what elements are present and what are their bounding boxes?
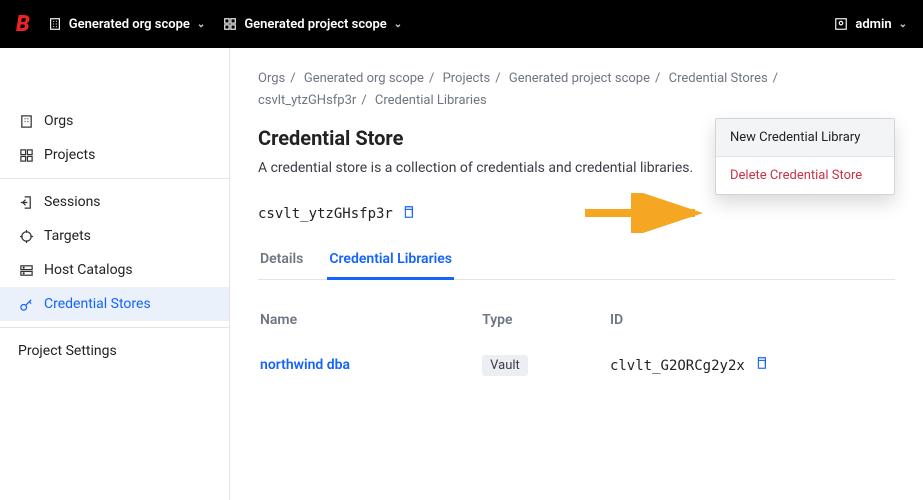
sidebar-item-label: Orgs	[44, 113, 73, 129]
tab-details[interactable]: Details	[258, 241, 305, 280]
page-description: A credential store is a collection of cr…	[258, 158, 693, 179]
column-header-id: ID	[610, 304, 893, 336]
key-icon	[18, 297, 34, 312]
copy-icon[interactable]	[401, 205, 415, 223]
grid-icon	[18, 148, 34, 163]
sidebar-item-label: Targets	[44, 228, 91, 244]
type-badge: Vault	[482, 355, 528, 376]
sidebar-item-orgs[interactable]: Orgs	[0, 104, 229, 138]
org-scope-label: Generated org scope	[69, 17, 190, 32]
libraries-table: Name Type ID northwind dba Vault clvlt_G…	[258, 302, 895, 384]
user-icon	[834, 17, 848, 31]
table-row: northwind dba Vault clvlt_G2ORCg2y2x	[260, 338, 893, 382]
sidebar-item-label: Host Catalogs	[44, 262, 133, 278]
sidebar-item-label: Credential Stores	[44, 296, 151, 312]
main-content: Orgs/ Generated org scope/ Projects/ Gen…	[230, 48, 923, 500]
chevron-down-icon: ⌄	[899, 19, 907, 30]
project-scope-label: Generated project scope	[244, 17, 386, 32]
sidebar-item-projects[interactable]: Projects	[0, 138, 229, 172]
sidebar-item-label: Sessions	[44, 194, 101, 210]
breadcrumb-link[interactable]: Generated org scope	[304, 71, 424, 86]
breadcrumb-current: Credential Libraries	[375, 93, 487, 108]
column-header-name: Name	[260, 304, 480, 336]
breadcrumb-link[interactable]: csvlt_ytzGHsfp3r	[258, 93, 356, 108]
target-icon	[18, 229, 34, 244]
breadcrumb: Orgs/ Generated org scope/ Projects/ Gen…	[258, 68, 895, 112]
exit-icon	[18, 195, 34, 210]
library-id-value: clvlt_G2ORCg2y2x	[610, 358, 745, 374]
grid-icon	[223, 17, 237, 31]
user-menu[interactable]: admin ⌄	[834, 17, 907, 32]
sidebar-item-sessions[interactable]: Sessions	[0, 185, 229, 219]
sidebar-item-label: Projects	[44, 147, 95, 163]
tabs: Details Credential Libraries	[258, 241, 895, 280]
dropdown-item-new-library[interactable]: New Credential Library	[716, 119, 894, 156]
org-scope-selector[interactable]: Generated org scope ⌄	[48, 17, 206, 32]
building-icon	[48, 17, 62, 31]
store-id-value: csvlt_ytzGHsfp3r	[258, 206, 393, 222]
library-name-link[interactable]: northwind dba	[260, 357, 350, 373]
chevron-down-icon: ⌄	[394, 19, 402, 30]
sidebar-item-host-catalogs[interactable]: Host Catalogs	[0, 253, 229, 287]
project-scope-selector[interactable]: Generated project scope ⌄	[223, 17, 402, 32]
sidebar-item-targets[interactable]: Targets	[0, 219, 229, 253]
annotation-arrow	[580, 193, 710, 233]
breadcrumb-link[interactable]: Generated project scope	[509, 71, 650, 86]
server-icon	[18, 263, 34, 278]
logo: B	[16, 12, 30, 37]
user-label: admin	[855, 17, 891, 32]
sidebar-item-project-settings[interactable]: Project Settings	[0, 334, 229, 368]
dropdown-item-delete-store[interactable]: Delete Credential Store	[716, 156, 894, 194]
sidebar-item-credential-stores[interactable]: Credential Stores	[0, 287, 229, 321]
column-header-type: Type	[482, 304, 608, 336]
topbar: B Generated org scope ⌄ Generated projec…	[0, 0, 923, 48]
copy-icon[interactable]	[754, 358, 768, 374]
breadcrumb-link[interactable]: Credential Stores	[669, 71, 768, 86]
breadcrumb-link[interactable]: Projects	[443, 71, 491, 86]
sidebar: Orgs Projects Sessions Targets Host Cata…	[0, 48, 230, 500]
breadcrumb-link[interactable]: Orgs	[258, 71, 285, 86]
sidebar-item-label: Project Settings	[18, 343, 117, 359]
tab-credential-libraries[interactable]: Credential Libraries	[327, 241, 454, 280]
chevron-down-icon: ⌄	[197, 19, 205, 30]
manage-dropdown: New Credential Library Delete Credential…	[715, 118, 895, 195]
building-icon	[18, 114, 34, 129]
